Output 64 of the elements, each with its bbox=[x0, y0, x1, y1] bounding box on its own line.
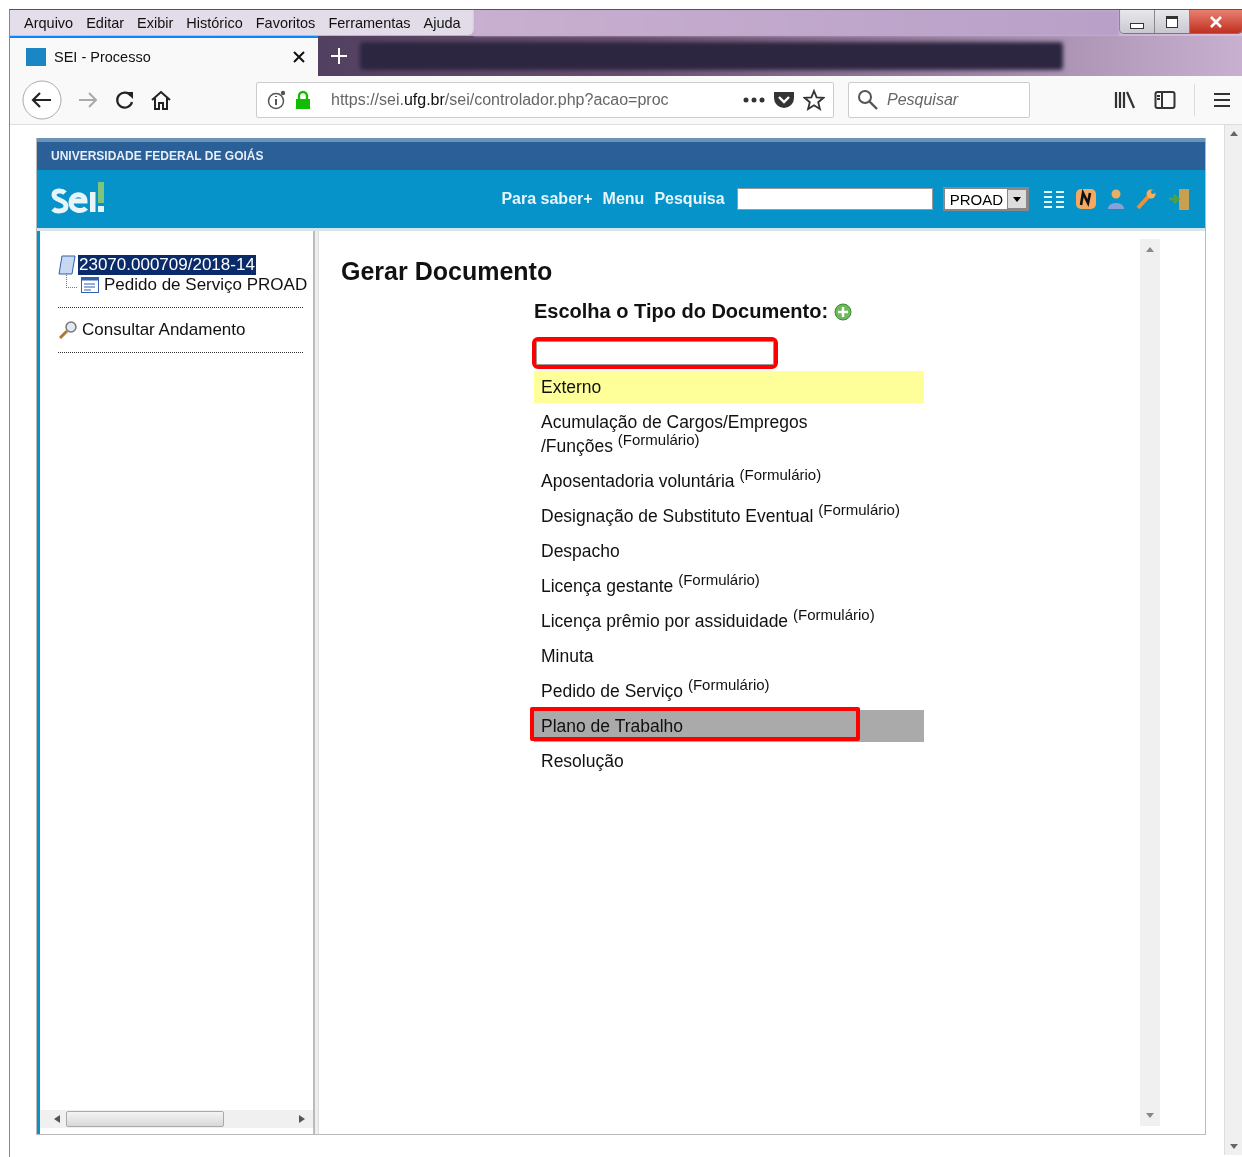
document-type-option[interactable]: Aposentadoria voluntária $^{(Formulário)}$ bbox=[534, 465, 924, 497]
close-button[interactable] bbox=[1190, 10, 1242, 33]
menu-item[interactable]: Ferramentas bbox=[322, 14, 418, 31]
site-favicon-icon bbox=[26, 48, 46, 66]
menu-item[interactable]: Favoritos bbox=[249, 14, 323, 31]
document-type-option[interactable]: Licença gestante $^{(Formulário)}$ bbox=[534, 570, 924, 602]
document-type-option[interactable]: Minuta bbox=[534, 640, 924, 672]
down-arrow-icon bbox=[1230, 1144, 1238, 1149]
pocket-icon[interactable] bbox=[773, 90, 795, 110]
document-type-option[interactable]: Despacho bbox=[534, 535, 924, 567]
institution-name: UNIVERSIDADE FEDERAL DE GOIÁS bbox=[51, 149, 264, 163]
right-arrow-icon bbox=[299, 1115, 305, 1123]
library-icon[interactable] bbox=[1114, 90, 1136, 110]
browser-tab[interactable]: SEI - Processo bbox=[10, 36, 318, 76]
menu-item[interactable]: Arquivo bbox=[18, 14, 81, 31]
search-field[interactable]: Pesquisar bbox=[848, 82, 1030, 118]
search-field[interactable] bbox=[736, 188, 933, 210]
up-arrow-icon bbox=[1230, 131, 1238, 136]
section-heading: Escolha o Tipo do Documento: bbox=[534, 300, 829, 323]
menu-item[interactable]: Histórico bbox=[180, 14, 250, 31]
form-document-icon bbox=[81, 277, 99, 293]
star-icon[interactable] bbox=[803, 89, 825, 111]
page-scrollbar[interactable] bbox=[1224, 125, 1242, 1155]
document-type-option[interactable]: Designação de Substituto Eventual $^{(Formulário)}$ bbox=[534, 500, 924, 532]
search-icon bbox=[857, 89, 879, 111]
more-icon[interactable] bbox=[743, 96, 765, 104]
document-type-option[interactable]: Pedido de Serviço $^{(Formulário)}$ bbox=[534, 675, 924, 707]
minimize-button[interactable] bbox=[1120, 10, 1155, 33]
list-icon[interactable] bbox=[1043, 190, 1065, 208]
process-number-link[interactable]: 23070.000709/2018-14 bbox=[78, 255, 256, 275]
menu-item[interactable]: Exibir bbox=[131, 14, 181, 31]
document-link[interactable]: Pedido de Serviço PROAD bbox=[103, 275, 309, 295]
magnifier-icon bbox=[58, 320, 78, 340]
tab-title: SEI - Processo bbox=[54, 49, 152, 65]
new-tab-icon[interactable] bbox=[330, 47, 348, 65]
left-arrow-icon bbox=[54, 1115, 60, 1123]
vertical-scrollbar[interactable] bbox=[1140, 239, 1160, 1126]
menu-icon[interactable] bbox=[1213, 92, 1231, 108]
horizontal-scrollbar[interactable] bbox=[40, 1110, 313, 1128]
document-type-option[interactable]: Externo bbox=[534, 371, 924, 403]
url-text: https://sei.ufg.br/sei/controlador.php?acao=proc bbox=[331, 91, 670, 109]
info-icon bbox=[267, 90, 287, 110]
reload-icon[interactable] bbox=[114, 89, 136, 111]
sidebar-icon[interactable] bbox=[1154, 90, 1176, 110]
padlock-icon bbox=[295, 90, 311, 110]
up-arrow-icon bbox=[1146, 247, 1154, 252]
consult-link[interactable]: Consultar Andamento bbox=[82, 320, 246, 340]
home-icon[interactable] bbox=[150, 89, 172, 111]
page-title: Gerar Documento bbox=[341, 257, 554, 286]
close-icon[interactable] bbox=[292, 50, 306, 64]
close-icon bbox=[1209, 15, 1223, 28]
n-badge-icon[interactable] bbox=[1075, 188, 1097, 210]
menu-item[interactable]: Editar bbox=[80, 14, 132, 31]
document-type-option[interactable]: Acumulação de Cargos/Empregos /Funções $^{(Formulário)}$ bbox=[534, 406, 924, 462]
maximize-button[interactable] bbox=[1155, 10, 1190, 33]
down-arrow-icon bbox=[1146, 1113, 1154, 1118]
caret-icon bbox=[1013, 196, 1021, 202]
unit-select[interactable]: PROAD bbox=[942, 187, 1029, 211]
menu-item[interactable]: Ajuda bbox=[417, 14, 468, 31]
document-type-option[interactable]: Licença prêmio por assiduidade $^{(Formulário)}$ bbox=[534, 605, 924, 637]
plus-circle-icon[interactable] bbox=[834, 302, 853, 321]
process-icon bbox=[58, 255, 76, 275]
document-type-option[interactable]: Resolução bbox=[534, 745, 924, 777]
address-bar[interactable]: https://sei.ufg.br/sei/controlador.php?acao=proc bbox=[256, 82, 834, 118]
